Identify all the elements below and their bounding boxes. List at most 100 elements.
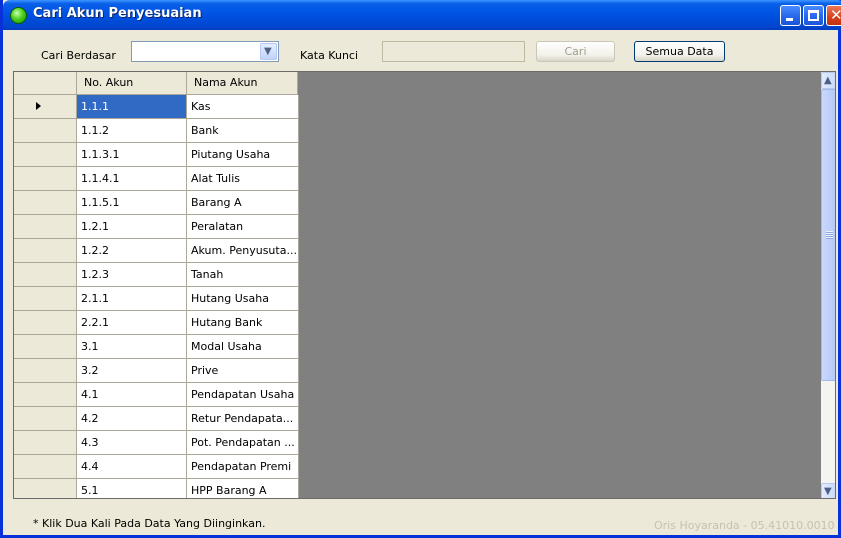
grip-icon (826, 231, 833, 239)
row-selector[interactable] (14, 311, 77, 335)
cell-account-name[interactable]: Akum. Penyusuta... (187, 239, 299, 263)
cell-account-number[interactable]: 4.2 (77, 407, 187, 431)
keyword-input[interactable] (382, 41, 525, 62)
table-row[interactable]: 4.2 Retur Pendapata... (14, 407, 299, 431)
scroll-up-button[interactable]: ▲ (821, 72, 835, 89)
row-selector-header (14, 72, 77, 95)
table-row[interactable]: 3.1 Modal Usaha (14, 335, 299, 359)
table-row[interactable]: 4.3 Pot. Pendapatan ... (14, 431, 299, 455)
table-row[interactable]: 1.2.2 Akum. Penyusuta... (14, 239, 299, 263)
chevron-up-icon: ▲ (824, 75, 832, 86)
cell-account-number[interactable]: 1.1.3.1 (77, 143, 187, 167)
watermark: Oris Hoyaranda - 05.41010.0010 (654, 519, 835, 532)
row-selector[interactable] (14, 143, 77, 167)
cell-account-name[interactable]: Tanah (187, 263, 299, 287)
vertical-scrollbar[interactable]: ▲ ▼ (821, 72, 835, 498)
table-row[interactable]: 1.1.2 Bank (14, 119, 299, 143)
cell-account-name[interactable]: Hutang Usaha (187, 287, 299, 311)
dropdown-button[interactable]: ▼ (260, 43, 277, 60)
cell-account-name[interactable]: Retur Pendapata... (187, 407, 299, 431)
row-selector[interactable] (14, 167, 77, 191)
cell-account-number[interactable]: 1.1.2 (77, 119, 187, 143)
row-pointer-icon (36, 102, 41, 110)
cell-account-name[interactable]: Prive (187, 359, 299, 383)
account-grid[interactable]: No. Akun Nama Akun 1.1.1 Kas 1.1.2 Bank 1.1.… (13, 71, 836, 499)
chevron-down-icon: ▼ (824, 486, 832, 497)
scroll-down-button[interactable]: ▼ (821, 483, 835, 498)
cell-account-number[interactable]: 3.2 (77, 359, 187, 383)
row-selector[interactable] (14, 455, 77, 479)
column-header-account-name[interactable]: Nama Akun (187, 72, 298, 95)
row-selector[interactable] (14, 95, 77, 119)
cell-account-number[interactable]: 1.2.3 (77, 263, 187, 287)
scroll-thumb[interactable] (821, 89, 835, 381)
cell-account-number[interactable]: 4.1 (77, 383, 187, 407)
window-title: Cari Akun Penyesuaian (33, 6, 202, 21)
cell-account-number[interactable]: 2.2.1 (77, 311, 187, 335)
search-by-dropdown[interactable]: ▼ (131, 41, 279, 62)
row-selector[interactable] (14, 287, 77, 311)
table-row[interactable]: 4.4 Pendapatan Premi (14, 455, 299, 479)
cell-account-name[interactable]: Barang A (187, 191, 299, 215)
cell-account-name[interactable]: Modal Usaha (187, 335, 299, 359)
search-button[interactable]: Cari (536, 41, 615, 62)
row-selector[interactable] (14, 119, 77, 143)
table-row[interactable]: 3.2 Prive (14, 359, 299, 383)
cell-account-name[interactable]: Peralatan (187, 215, 299, 239)
cell-account-name[interactable]: Alat Tulis (187, 167, 299, 191)
minimize-button[interactable] (780, 5, 801, 26)
maximize-button[interactable] (803, 5, 824, 26)
cell-account-name[interactable]: Pendapatan Usaha (187, 383, 299, 407)
table-row[interactable]: 1.1.4.1 Alat Tulis (14, 167, 299, 191)
maximize-icon (808, 10, 819, 21)
row-selector[interactable] (14, 479, 77, 498)
search-account-window: Cari Akun Penyesuaian ✕ Cari Berdasar ▼ … (0, 0, 841, 538)
close-button[interactable]: ✕ (826, 5, 841, 26)
table-row[interactable]: 4.1 Pendapatan Usaha (14, 383, 299, 407)
cell-account-name[interactable]: Kas (187, 95, 299, 119)
row-selector[interactable] (14, 383, 77, 407)
cell-account-number[interactable]: 1.1.4.1 (77, 167, 187, 191)
table-row[interactable]: 1.2.3 Tanah (14, 263, 299, 287)
table-row[interactable]: 1.1.5.1 Barang A (14, 191, 299, 215)
chevron-down-icon: ▼ (264, 46, 272, 57)
table-row[interactable]: 5.1 HPP Barang A (14, 479, 299, 498)
cell-account-number[interactable]: 5.1 (77, 479, 187, 498)
cell-account-name[interactable]: Hutang Bank (187, 311, 299, 335)
cell-account-name[interactable]: Bank (187, 119, 299, 143)
cell-account-name[interactable]: Piutang Usaha (187, 143, 299, 167)
cell-account-name[interactable]: Pendapatan Premi (187, 455, 299, 479)
table-row[interactable]: 1.2.1 Peralatan (14, 215, 299, 239)
all-data-button[interactable]: Semua Data (634, 41, 725, 62)
table-row[interactable]: 2.2.1 Hutang Bank (14, 311, 299, 335)
instruction-note: * Klik Dua Kali Pada Data Yang Diinginka… (33, 517, 266, 530)
row-selector[interactable] (14, 335, 77, 359)
cell-account-number[interactable]: 4.4 (77, 455, 187, 479)
row-selector[interactable] (14, 239, 77, 263)
cell-account-number[interactable]: 1.1.1 (77, 95, 187, 119)
close-icon: ✕ (830, 6, 841, 24)
cell-account-number[interactable]: 1.2.2 (77, 239, 187, 263)
keyword-label: Kata Kunci (300, 49, 359, 62)
table-row[interactable]: 1.1.3.1 Piutang Usaha (14, 143, 299, 167)
green-orb-icon (10, 7, 27, 24)
cell-account-name[interactable]: Pot. Pendapatan ... (187, 431, 299, 455)
row-selector[interactable] (14, 431, 77, 455)
cell-account-number[interactable]: 4.3 (77, 431, 187, 455)
table-row[interactable]: 2.1.1 Hutang Usaha (14, 287, 299, 311)
cell-account-number[interactable]: 1.2.1 (77, 215, 187, 239)
row-selector[interactable] (14, 407, 77, 431)
row-selector[interactable] (14, 263, 77, 287)
minimize-icon (786, 18, 793, 21)
cell-account-number[interactable]: 1.1.5.1 (77, 191, 187, 215)
row-selector[interactable] (14, 215, 77, 239)
title-bar[interactable]: Cari Akun Penyesuaian ✕ (3, 0, 841, 30)
cell-account-number[interactable]: 2.1.1 (77, 287, 187, 311)
column-header-account-number[interactable]: No. Akun (77, 72, 187, 95)
cell-account-name[interactable]: HPP Barang A (187, 479, 299, 498)
table-row[interactable]: 1.1.1 Kas (14, 95, 299, 119)
row-selector[interactable] (14, 191, 77, 215)
row-selector[interactable] (14, 359, 77, 383)
cell-account-number[interactable]: 3.1 (77, 335, 187, 359)
search-by-label: Cari Berdasar (41, 49, 116, 62)
